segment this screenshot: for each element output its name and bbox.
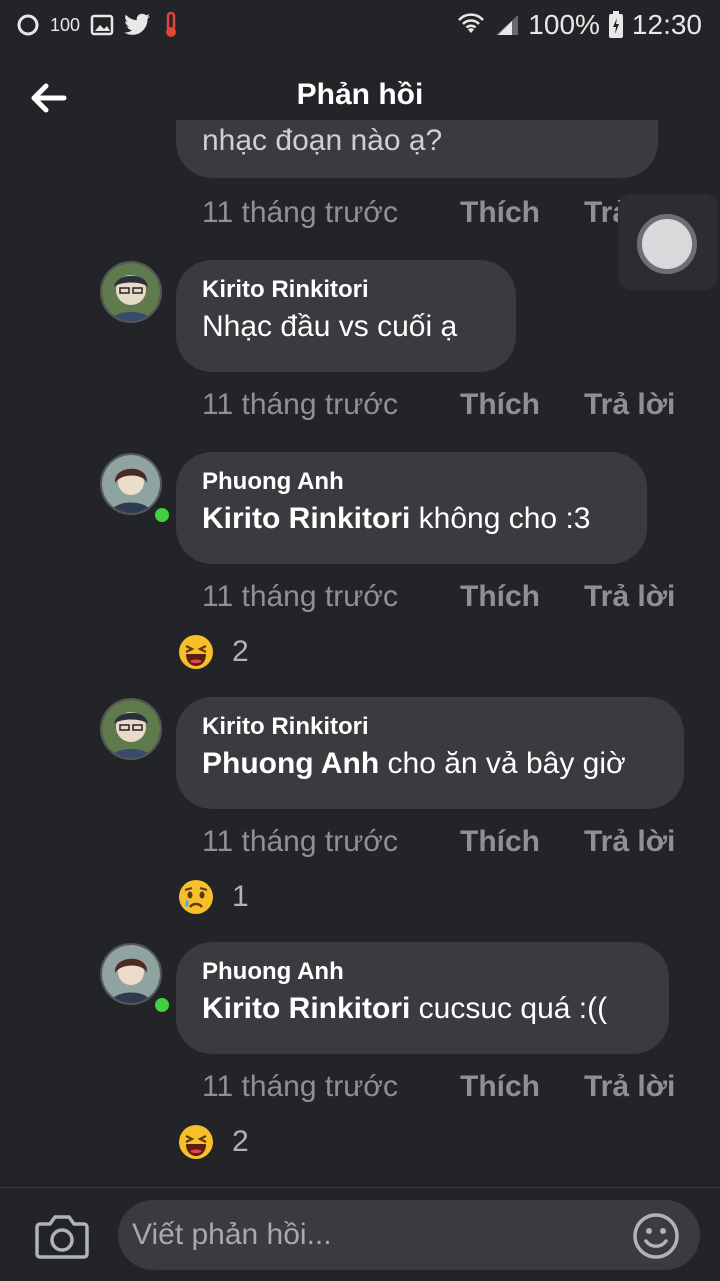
gallery-icon	[90, 14, 114, 36]
avatar[interactable]	[100, 698, 162, 760]
page-title: Phản hồi	[296, 78, 424, 111]
like-button[interactable]: Thích	[460, 388, 584, 422]
emoji-icon[interactable]	[632, 1212, 680, 1260]
status-bar: 100 100% 12:30	[0, 0, 720, 50]
comment-actions: 11 tháng trước Thích Trả lời	[202, 1070, 675, 1104]
comment-actions: 11 tháng trước Thích Trả lời	[202, 196, 675, 230]
comment-author[interactable]: Kirito Rinkitori	[202, 713, 658, 741]
reply-button[interactable]: Trả lời	[584, 825, 675, 859]
comment-body: cho ăn vả bây giờ	[379, 747, 626, 780]
online-indicator	[153, 996, 171, 1014]
reaction-count: 2	[232, 635, 249, 668]
mention-link[interactable]: Kirito Rinkitori	[202, 502, 410, 535]
like-button[interactable]: Thích	[460, 580, 584, 614]
reaction-summary[interactable]: 2	[178, 634, 249, 670]
comment-bubble[interactable]: Kirito Rinkitori Nhạc đầu vs cuối ạ	[176, 260, 516, 372]
reaction-summary[interactable]: 2	[178, 1124, 249, 1160]
comment-text: Nhạc đầu vs cuối ạ	[202, 310, 458, 343]
mention-link[interactable]: Kirito Rinkitori	[202, 992, 410, 1025]
reply-button[interactable]: Trả lời	[584, 1070, 675, 1104]
camera-icon[interactable]	[34, 1212, 90, 1260]
battery-icon	[608, 11, 623, 38]
signal-icon	[496, 15, 519, 35]
reply-button[interactable]: Trả lời	[584, 580, 675, 614]
comment-text: nhạc đoạn nào ạ?	[202, 124, 443, 157]
comment-text: Kirito Rinkitori không cho :3	[202, 502, 621, 536]
comment-body: không cho :3	[410, 502, 591, 535]
comment-actions: 11 tháng trước Thích Trả lời	[202, 825, 675, 859]
reply-composer: Viết phản hồi...	[0, 1187, 720, 1281]
comment-time: 11 tháng trước	[202, 388, 398, 421]
comment-time: 11 tháng trước	[202, 196, 398, 229]
comment-bubble[interactable]: Kirito Rinkitori Phuong Anh cho ăn vả bâ…	[176, 697, 684, 809]
wifi-icon	[458, 13, 485, 33]
reaction-summary[interactable]: 1	[178, 879, 249, 915]
comment-thread[interactable]: nhạc đoạn nào ạ? 11 tháng trước Thích Tr…	[0, 120, 720, 1185]
comment-time: 11 tháng trước	[202, 1070, 398, 1103]
reaction-count: 1	[232, 880, 249, 913]
clock: 12:30	[631, 9, 702, 40]
comment-author[interactable]: Kirito Rinkitori	[202, 276, 490, 304]
online-indicator	[153, 506, 171, 524]
like-button[interactable]: Thích	[460, 1070, 584, 1104]
comment-body: cucsuc quá :((	[410, 992, 608, 1025]
comment-bubble-partial[interactable]: nhạc đoạn nào ạ?	[176, 120, 658, 178]
comment-bubble[interactable]: Phuong Anh Kirito Rinkitori cucsuc quá :…	[176, 942, 669, 1054]
mention-link[interactable]: Phuong Anh	[202, 747, 379, 780]
twitter-icon	[124, 13, 151, 35]
comment-time: 11 tháng trước	[202, 580, 398, 613]
haha-emoji-icon	[179, 635, 213, 669]
comment-author[interactable]: Phuong Anh	[202, 958, 643, 986]
reply-placeholder: Viết phản hồi...	[132, 1218, 332, 1251]
sad-emoji-icon	[179, 880, 213, 914]
like-button[interactable]: Thích	[460, 825, 584, 859]
comment-author[interactable]: Phuong Anh	[202, 468, 621, 496]
reply-button[interactable]: Trả lời	[584, 388, 675, 422]
reaction-count: 2	[232, 1125, 249, 1158]
thermometer-icon	[166, 11, 177, 37]
haha-emoji-icon	[179, 1125, 213, 1159]
comment-actions: 11 tháng trước Thích Trả lời	[202, 388, 675, 422]
comment-actions: 11 tháng trước Thích Trả lời	[202, 580, 675, 614]
avatar[interactable]	[100, 261, 162, 323]
comment-text: Phuong Anh cho ăn vả bây giờ	[202, 747, 658, 781]
battery-percent: 100%	[528, 9, 600, 40]
avatar[interactable]	[100, 943, 162, 1005]
comment-time: 11 tháng trước	[202, 825, 398, 858]
reply-input[interactable]: Viết phản hồi...	[118, 1200, 700, 1270]
like-button[interactable]: Thích	[460, 196, 584, 230]
comment-bubble[interactable]: Phuong Anh Kirito Rinkitori không cho :3	[176, 452, 647, 564]
scroll-handle-knob[interactable]	[637, 214, 697, 274]
avatar[interactable]	[100, 453, 162, 515]
circle-icon	[17, 14, 39, 36]
comment-text: Kirito Rinkitori cucsuc quá :((	[202, 992, 643, 1026]
notification-count: 100	[50, 14, 81, 35]
